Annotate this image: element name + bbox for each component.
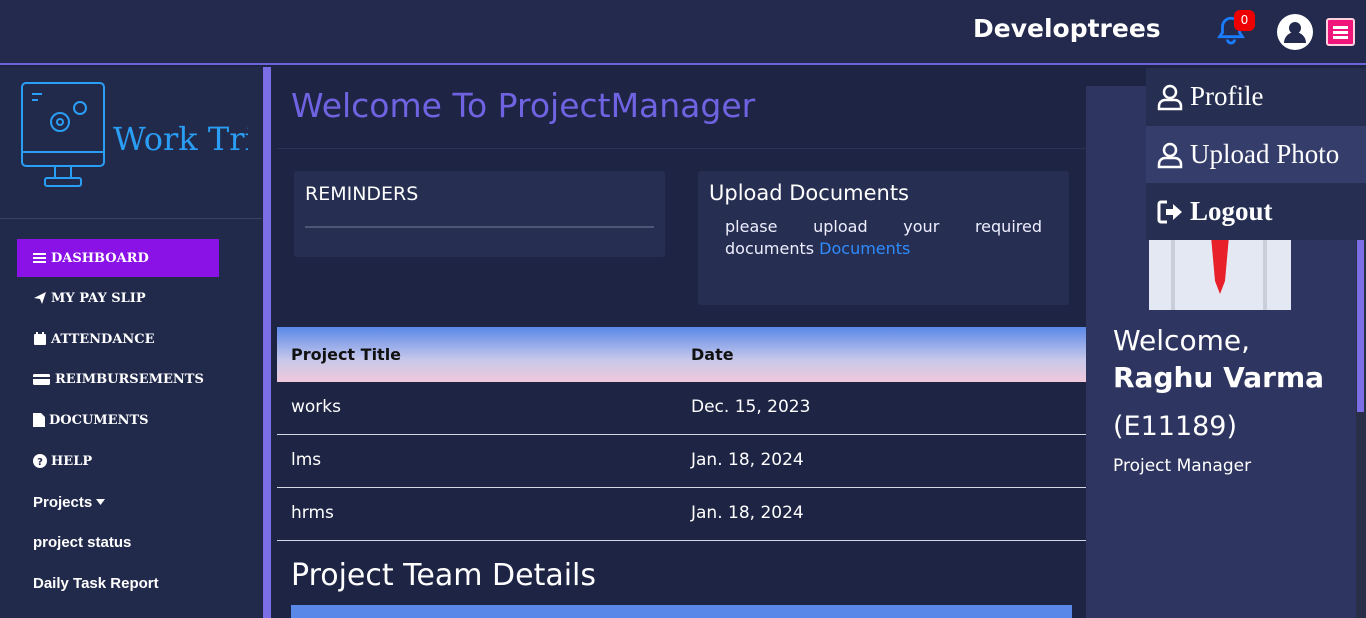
- page-title: Welcome To ProjectManager: [291, 86, 756, 125]
- user-icon: [1157, 84, 1183, 110]
- svg-text:?: ?: [37, 457, 43, 468]
- user-name: Raghu Varma: [1113, 361, 1325, 394]
- upload-documents-card: Upload Documents please upload your requ…: [698, 171, 1069, 305]
- nav-projects[interactable]: Projects: [33, 490, 106, 514]
- user-avatar-icon[interactable]: [1277, 14, 1313, 50]
- user-role: Project Manager: [1113, 456, 1252, 476]
- reminders-divider: [305, 226, 654, 228]
- header-divider: [277, 148, 1086, 149]
- top-navbar: [0, 0, 1366, 65]
- table-row: lms Jan. 18, 2024: [277, 435, 1086, 488]
- calendar-icon: [34, 332, 46, 345]
- column-header-date: Date: [691, 345, 734, 364]
- nav-daily-task-report[interactable]: Daily Task Report: [33, 571, 159, 595]
- paper-plane-icon: [34, 292, 46, 304]
- sidebar-scrollbar[interactable]: [263, 67, 271, 618]
- projects-table-header: Project Title Date: [277, 327, 1086, 382]
- question-circle-icon: ?: [33, 454, 47, 468]
- upload-documents-title: Upload Documents: [709, 181, 909, 205]
- right-scrollbar-thumb[interactable]: [1357, 240, 1364, 412]
- nav-label: Projects: [33, 493, 93, 511]
- nav-label: HELP: [51, 453, 93, 469]
- file-icon: [33, 413, 45, 427]
- sidebar-divider: [0, 218, 262, 219]
- brand-name: Developtrees: [973, 14, 1161, 43]
- notification-badge: 0: [1234, 10, 1255, 31]
- profile-photo: [1149, 236, 1291, 310]
- welcome-label: Welcome,: [1113, 324, 1250, 357]
- reminders-card: REMINDERS: [294, 171, 665, 257]
- cell-date: Jan. 18, 2024: [691, 450, 804, 470]
- dropdown-label: Upload Photo: [1190, 139, 1340, 169]
- table-row: hrms Jan. 18, 2024: [277, 488, 1086, 541]
- nav-label: DOCUMENTS: [49, 412, 149, 428]
- nav-label: Daily Task Report: [33, 574, 159, 592]
- reminders-title: REMINDERS: [305, 183, 419, 205]
- sign-out-icon: [1157, 200, 1182, 223]
- cell-date: Dec. 15, 2023: [691, 397, 811, 417]
- nav-reimbursements[interactable]: REIMBURSEMENTS: [33, 367, 204, 391]
- nav-label: DASHBOARD: [51, 250, 149, 266]
- table-row: works Dec. 15, 2023: [277, 382, 1086, 435]
- nav-label: MY PAY SLIP: [51, 290, 146, 306]
- nav-project-status[interactable]: project status: [33, 530, 131, 554]
- cell-project-title: works: [291, 397, 341, 417]
- dropdown-label: Logout: [1190, 196, 1273, 226]
- caret-down-icon: [96, 499, 106, 505]
- nav-label: project status: [33, 533, 132, 551]
- dropdown-item-logout[interactable]: Logout: [1146, 183, 1366, 240]
- nav-my-pay-slip[interactable]: MY PAY SLIP: [33, 286, 146, 310]
- nav-dashboard[interactable]: DASHBOARD: [17, 239, 219, 277]
- dropdown-label: Profile: [1190, 81, 1264, 111]
- nav-documents[interactable]: DOCUMENTS: [33, 408, 149, 432]
- team-table-header: [291, 605, 1072, 618]
- upload-documents-text: please upload your required documents Do…: [725, 216, 1042, 260]
- cell-date: Jan. 18, 2024: [691, 503, 804, 523]
- credit-card-icon: [33, 374, 50, 385]
- nav-label: ATTENDANCE: [51, 331, 155, 347]
- dropdown-item-upload-photo[interactable]: Upload Photo: [1146, 126, 1366, 183]
- nav-label: REIMBURSEMENTS: [55, 371, 204, 387]
- bars-icon: [33, 253, 46, 263]
- employee-id: (E11189): [1113, 411, 1238, 442]
- user-icon: [1157, 142, 1183, 168]
- cell-project-title: lms: [291, 450, 322, 470]
- project-team-title: Project Team Details: [291, 558, 597, 593]
- work-tried-logo: Work Tried: [21, 82, 248, 187]
- cell-project-title: hrms: [291, 503, 334, 523]
- welcome-greeting: Welcome, Raghu Varma: [1113, 322, 1324, 396]
- nav-help[interactable]: ? HELP: [33, 449, 92, 473]
- dropdown-item-profile[interactable]: Profile: [1146, 68, 1366, 125]
- documents-link[interactable]: Documents: [819, 239, 910, 258]
- logo-text: Work Tried: [113, 120, 248, 158]
- hamburger-menu-button[interactable]: [1326, 18, 1355, 46]
- nav-attendance[interactable]: ATTENDANCE: [33, 327, 155, 351]
- user-dropdown-menu: Profile Upload Photo Logout: [1146, 68, 1366, 240]
- column-header-project-title: Project Title: [291, 345, 402, 364]
